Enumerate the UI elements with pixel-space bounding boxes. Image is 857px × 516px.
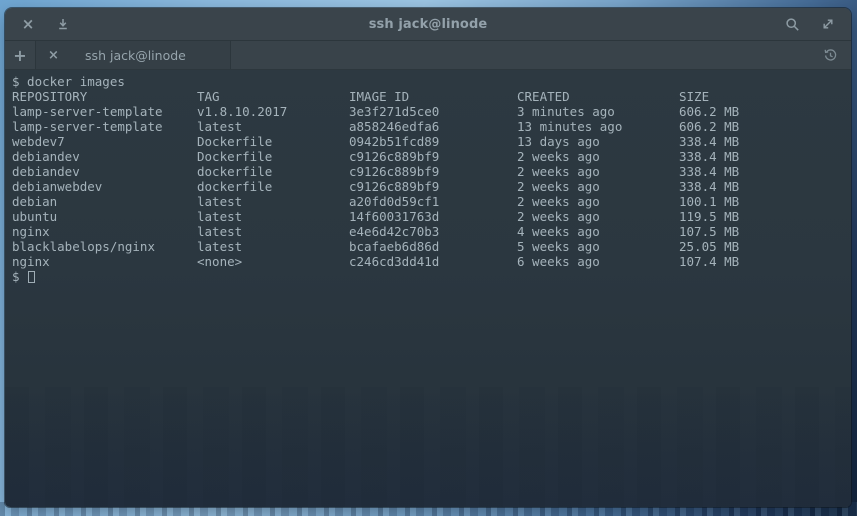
table-cell: 338.4 MB	[679, 149, 847, 164]
table-row: lamp-server-templatev1.8.10.20173e3f271d…	[12, 104, 847, 119]
table-cell: nginx	[12, 224, 197, 239]
table-cell: a858246edfa6	[349, 119, 517, 134]
table-cell: 3 minutes ago	[517, 104, 679, 119]
table-cell: a20fd0d59cf1	[349, 194, 517, 209]
table-row: debiandevdockerfilec9126c889bf92 weeks a…	[12, 164, 847, 179]
table-row: lamp-server-templatelatesta858246edfa613…	[12, 119, 847, 134]
table-row: debianwebdevdockerfilec9126c889bf92 week…	[12, 179, 847, 194]
table-cell: webdev7	[12, 134, 197, 149]
table-cell: 107.4 MB	[679, 254, 847, 269]
history-button[interactable]	[819, 44, 841, 66]
table-cell: 2 weeks ago	[517, 209, 679, 224]
download-button[interactable]	[52, 13, 74, 35]
terminal-screen[interactable]: $ docker images REPOSITORYTAGIMAGE IDCRE…	[5, 70, 851, 507]
table-header-row: REPOSITORYTAGIMAGE IDCREATEDSIZE	[12, 89, 847, 104]
close-icon: ×	[48, 48, 59, 63]
table-cell: 606.2 MB	[679, 119, 847, 134]
search-button[interactable]	[781, 13, 803, 35]
table-cell: 6 weeks ago	[517, 254, 679, 269]
table-cell: 0942b51fcd89	[349, 134, 517, 149]
table-cell: nginx	[12, 254, 197, 269]
table-cell: dockerfile	[197, 164, 349, 179]
table-header-cell: IMAGE ID	[349, 89, 517, 104]
table-row: debiandevDockerfilec9126c889bf92 weeks a…	[12, 149, 847, 164]
table-cell: 3e3f271d5ce0	[349, 104, 517, 119]
download-icon	[56, 17, 70, 31]
table-row: blacklabelops/nginxlatestbcafaeb6d86d5 w…	[12, 239, 847, 254]
tab-label: ssh jack@linode	[63, 48, 222, 63]
table-cell: latest	[197, 119, 349, 134]
table-cell: Dockerfile	[197, 134, 349, 149]
table-cell: latest	[197, 224, 349, 239]
table-header-cell: TAG	[197, 89, 349, 104]
command-line: $ docker images	[12, 74, 847, 89]
table-cell: debianwebdev	[12, 179, 197, 194]
table-cell: debiandev	[12, 164, 197, 179]
table-cell: c9126c889bf9	[349, 164, 517, 179]
table-cell: 338.4 MB	[679, 134, 847, 149]
table-cell: c246cd3dd41d	[349, 254, 517, 269]
table-cell: debiandev	[12, 149, 197, 164]
table-cell: 119.5 MB	[679, 209, 847, 224]
table-cell: 338.4 MB	[679, 164, 847, 179]
tabbar: + × ssh jack@linode	[5, 41, 851, 70]
table-cell: c9126c889bf9	[349, 179, 517, 194]
table-cell: 13 days ago	[517, 134, 679, 149]
table-cell: latest	[197, 239, 349, 254]
prompt-line: $	[12, 269, 847, 284]
docker-images-table: REPOSITORYTAGIMAGE IDCREATEDSIZElamp-ser…	[12, 89, 847, 269]
table-header-cell: CREATED	[517, 89, 679, 104]
table-cell: e4e6d42c70b3	[349, 224, 517, 239]
new-tab-button[interactable]: +	[5, 41, 35, 69]
table-cell: 4 weeks ago	[517, 224, 679, 239]
titlebar[interactable]: × ssh jack@linode	[5, 8, 851, 41]
table-cell: 5 weeks ago	[517, 239, 679, 254]
table-cell: 338.4 MB	[679, 179, 847, 194]
table-row: debianlatesta20fd0d59cf12 weeks ago100.1…	[12, 194, 847, 209]
close-icon: ×	[22, 17, 35, 32]
table-cell: lamp-server-template	[12, 104, 197, 119]
maximize-button[interactable]	[817, 13, 839, 35]
table-cell: bcafaeb6d86d	[349, 239, 517, 254]
table-cell: 2 weeks ago	[517, 164, 679, 179]
table-cell: debian	[12, 194, 197, 209]
table-cell: 13 minutes ago	[517, 119, 679, 134]
table-cell: 2 weeks ago	[517, 179, 679, 194]
table-cell: ubuntu	[12, 209, 197, 224]
search-icon	[785, 17, 800, 32]
history-icon	[823, 48, 838, 63]
table-row: nginxlateste4e6d42c70b34 weeks ago107.5 …	[12, 224, 847, 239]
table-cell: 14f60031763d	[349, 209, 517, 224]
window-title: ssh jack@linode	[5, 17, 851, 32]
table-cell: latest	[197, 209, 349, 224]
maximize-icon	[821, 17, 835, 31]
terminal-cursor	[28, 271, 35, 283]
table-cell: 25.05 MB	[679, 239, 847, 254]
close-window-button[interactable]: ×	[17, 13, 39, 35]
table-cell: latest	[197, 194, 349, 209]
plus-icon: +	[13, 46, 26, 65]
table-cell: 100.1 MB	[679, 194, 847, 209]
table-cell: 606.2 MB	[679, 104, 847, 119]
table-header-cell: SIZE	[679, 89, 847, 104]
table-cell: blacklabelops/nginx	[12, 239, 197, 254]
table-cell: 2 weeks ago	[517, 194, 679, 209]
terminal-window: × ssh jack@linode	[5, 8, 851, 507]
table-cell: Dockerfile	[197, 149, 349, 164]
table-cell: 107.5 MB	[679, 224, 847, 239]
table-row: webdev7Dockerfile0942b51fcd8913 days ago…	[12, 134, 847, 149]
prompt-symbol: $	[12, 269, 20, 284]
table-cell: v1.8.10.2017	[197, 104, 349, 119]
table-row: nginx<none>c246cd3dd41d6 weeks ago107.4 …	[12, 254, 847, 269]
table-header-cell: REPOSITORY	[12, 89, 197, 104]
table-cell: c9126c889bf9	[349, 149, 517, 164]
table-cell: dockerfile	[197, 179, 349, 194]
table-cell: lamp-server-template	[12, 119, 197, 134]
tab-close-button[interactable]: ×	[44, 48, 63, 63]
tab-ssh-session[interactable]: × ssh jack@linode	[35, 41, 231, 69]
table-cell: <none>	[197, 254, 349, 269]
table-row: ubuntulatest14f60031763d2 weeks ago119.5…	[12, 209, 847, 224]
table-cell: 2 weeks ago	[517, 149, 679, 164]
